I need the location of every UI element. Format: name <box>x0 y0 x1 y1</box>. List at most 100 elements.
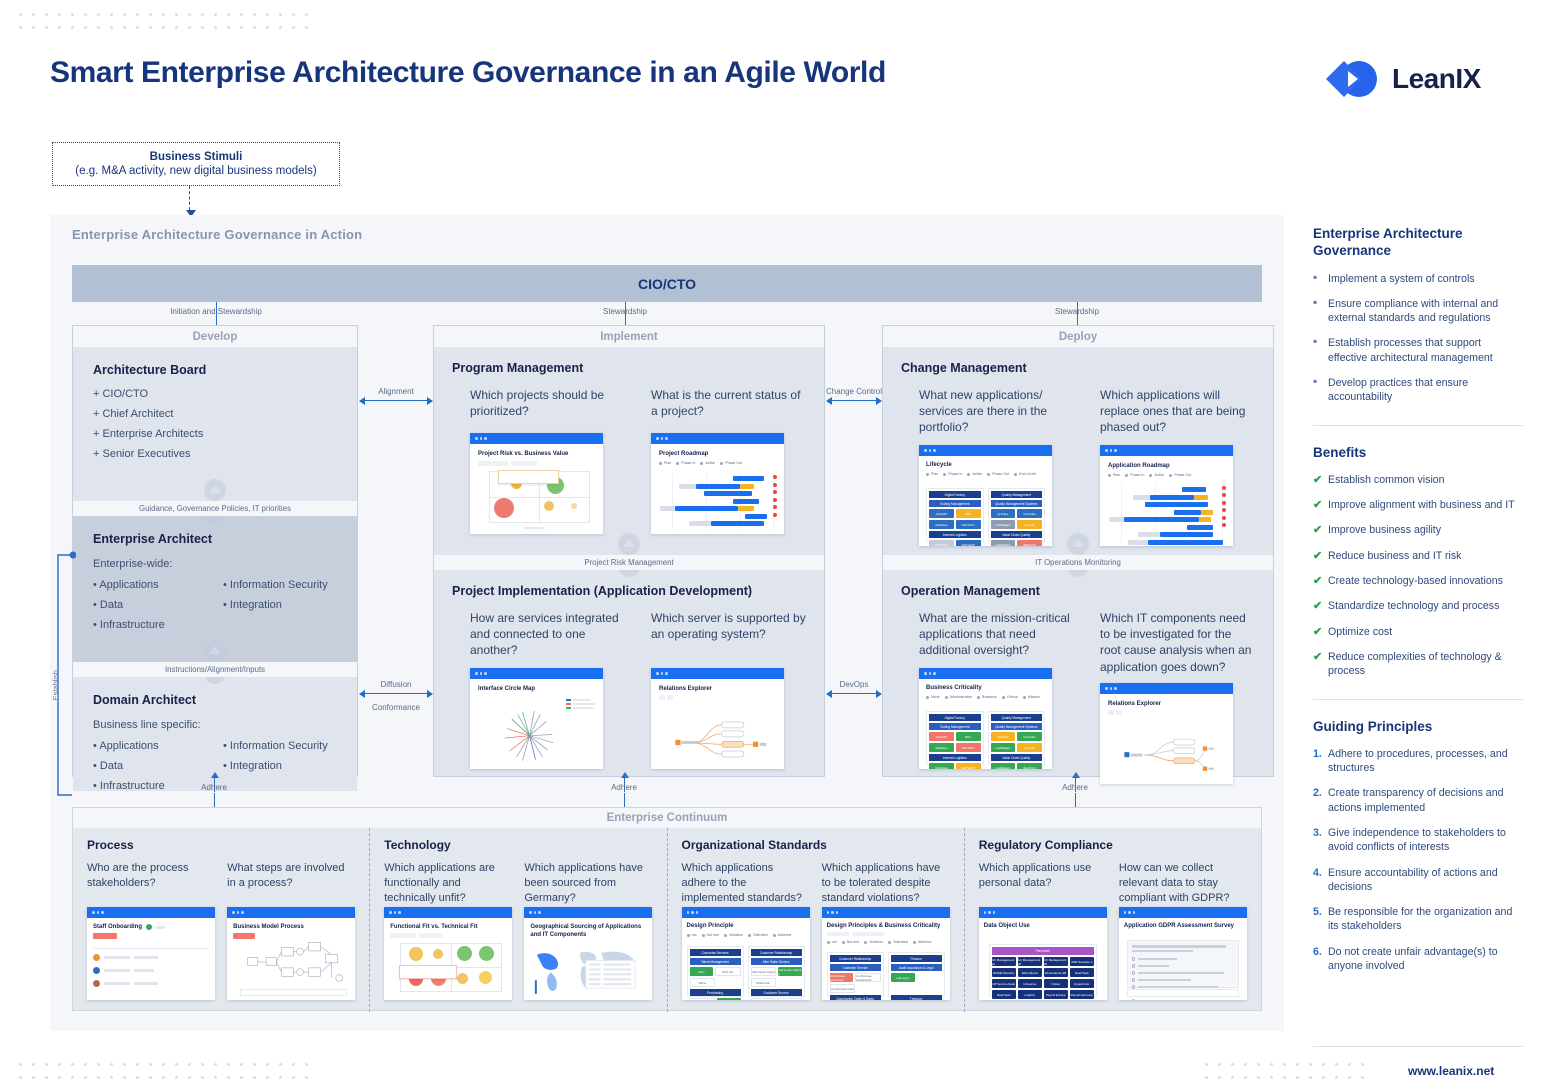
matrix-chart <box>400 943 502 992</box>
list-number: 4. <box>1313 866 1322 880</box>
screenshot-content: Geographical Sourcing of Applications an… <box>524 918 652 1000</box>
business-stimuli-subtitle: (e.g. M&A activity, new digital business… <box>75 165 316 177</box>
question-card: How are services integrated and connecte… <box>470 610 625 769</box>
list-item: Enterprise Architects <box>93 428 337 440</box>
question-card: What new applications/ services are ther… <box>919 387 1074 546</box>
criticality-tiles: Customer Relationship Customer Service C… <box>827 952 945 997</box>
check-icon: ✔ <box>1313 599 1322 614</box>
screenshot-content: Application Roadmap PlanPhase InActivePh… <box>1100 456 1233 546</box>
screenshot-project-risk-business-value[interactable]: Project Risk vs. Business Value <box>470 433 603 534</box>
list-item-label: Standardize technology and process <box>1328 600 1499 612</box>
enterprise-continuum-header: Enterprise Continuum <box>73 808 1261 828</box>
list-item: ✔Reduce complexities of technology & pro… <box>1313 650 1523 679</box>
sidebar-governance-list: ▪Implement a system of controls ▪Ensure … <box>1313 272 1523 405</box>
check-icon: ✔ <box>1313 498 1322 513</box>
list-item-label: Optimize cost <box>1328 626 1392 638</box>
leanix-logo-mark-icon <box>1325 58 1381 100</box>
question-card: Which applications adhere to the impleme… <box>682 861 810 1000</box>
screenshot-data-object-use[interactable]: Data Object Use Personnel AC Management … <box>979 907 1107 1000</box>
screenshot-gdpr-assessment-survey[interactable]: Application GDPR Assessment Survey <box>1119 907 1247 1000</box>
bpmn-diagram <box>240 939 350 988</box>
list-item: ▪Implement a system of controls <box>1313 272 1523 286</box>
square-bullet-icon: ▪ <box>1313 336 1317 347</box>
question-card: Which server is supported by an operatin… <box>651 610 806 769</box>
screenshot-lifecycle[interactable]: Lifecycle PlanPhase InActivePhase OutEnd… <box>919 445 1052 546</box>
list-item: ✔ Standardize technology and process <box>1313 599 1523 613</box>
square-bullet-icon: ▪ <box>1313 297 1317 308</box>
operation-management-block: Operation Management What are the missio… <box>883 570 1273 776</box>
column-develop: Develop Architecture Board CIO/CTO Chief… <box>72 325 358 777</box>
question-card: Which applications will replace ones tha… <box>1100 387 1255 546</box>
operation-management-title: Operation Management <box>901 584 1255 598</box>
list-item: Information Security <box>223 740 337 752</box>
question-text: Who are the process stakeholders? <box>87 861 215 907</box>
screenshot-title: Relations Explorer <box>659 686 776 692</box>
screenshot-application-roadmap[interactable]: Application Roadmap PlanPhase InActivePh… <box>1100 445 1233 546</box>
screenshot-business-criticality[interactable]: Business Criticality NoneAdministrativeB… <box>919 668 1052 769</box>
screenshot-titlebar <box>822 907 950 918</box>
list-item: ✔Improve alignment with business and IT <box>1313 498 1523 512</box>
column-deploy: Deploy Change Management What new applic… <box>882 325 1274 777</box>
panel-title: Enterprise Architecture Governance in Ac… <box>72 227 362 242</box>
square-bullet-icon: ▪ <box>1313 272 1317 283</box>
column-implement: Implement Program Management Which proje… <box>433 325 825 777</box>
screenshot-titlebar <box>919 445 1052 456</box>
continuum-title: Regulatory Compliance <box>979 838 1247 852</box>
connector-change-control-arrow-icon <box>832 400 876 401</box>
screenshot-relations-explorer-ops[interactable]: Relations Explorer <box>1100 683 1233 784</box>
screenshot-staff-onboarding[interactable]: Staff Onboarding <box>87 907 215 1000</box>
dot-pattern-bottom-right-icon <box>1200 1058 1370 1084</box>
list-item-label: Establish processes that support effecti… <box>1328 337 1493 363</box>
square-bullet-icon: ▪ <box>1313 376 1317 387</box>
screenshot-design-principles-business-criticality[interactable]: Design Principles & Business Criticality… <box>822 907 950 1000</box>
screenshot-design-principle[interactable]: Design Principle n/aNot metViolationTole… <box>682 907 810 1000</box>
label-stewardship-deploy: Stewardship <box>1027 307 1127 316</box>
footer-divider <box>1313 1046 1523 1047</box>
business-stimuli-title: Business Stimuli <box>150 151 243 163</box>
program-management-block: Program Management Which projects should… <box>434 347 824 555</box>
question-card: Which applications have been sourced fro… <box>524 861 652 1000</box>
question-text: Which applications will replace ones tha… <box>1100 387 1255 437</box>
screenshot-titlebar <box>1119 907 1247 918</box>
screenshot-content: Functional Fit vs. Technical Fit <box>384 918 512 1000</box>
divider-it-operations-monitoring: IT Operations Monitoring <box>883 555 1273 570</box>
screenshot-functional-technical-fit[interactable]: Functional Fit vs. Technical Fit <box>384 907 512 1000</box>
question-text: What steps are involved in a process? <box>227 861 355 907</box>
label-stewardship-implement: Stewardship <box>575 307 675 316</box>
screenshot-content: Business Model Process <box>227 918 355 1000</box>
question-card: Which applications use personal data? Da… <box>979 861 1107 1000</box>
world-map-chart <box>529 946 647 997</box>
screenshot-content: Staff Onboarding <box>87 918 215 1000</box>
screenshot-content: Lifecycle PlanPhase InActivePhase OutEnd… <box>919 456 1052 546</box>
screenshot-content: Data Object Use Personnel AC Management … <box>979 918 1107 1000</box>
list-item-label: Create transparency of decisions and act… <box>1328 787 1504 813</box>
list-item: Infrastructure <box>93 619 207 631</box>
question-text: Which applications have to be tolerated … <box>822 861 950 907</box>
arrow-adhere-deploy-down-icon <box>1075 793 1076 807</box>
screenshot-legend: PlanPhase InActivePhase Out <box>659 461 776 465</box>
list-item: ✔Create technology-based innovations <box>1313 574 1523 588</box>
screenshot-geographical-sourcing[interactable]: Geographical Sourcing of Applications an… <box>524 907 652 1000</box>
list-item-label: Ensure accountability of actions and dec… <box>1328 867 1498 893</box>
list-item: ✔Reduce business and IT risk <box>1313 549 1523 563</box>
screenshot-interface-circle-map[interactable]: Interface Circle Map <box>470 668 603 769</box>
sidebar-principles-list: 1.Adhere to procedures, processes, and s… <box>1313 747 1523 974</box>
question-card: What steps are involved in a process? Bu… <box>227 861 355 1000</box>
lifecycle-tiles: Digital Factory Tooling Management Jira/… <box>926 488 1045 542</box>
list-item: CIO/CTO <box>93 388 337 400</box>
list-item-label: Give independence to stakeholders to avo… <box>1328 827 1506 853</box>
question-card: Which projects should be prioritized? Pr… <box>470 387 625 534</box>
screenshot-business-model-process[interactable]: Business Model Process <box>227 907 355 1000</box>
screenshot-titlebar <box>1100 445 1233 456</box>
screenshot-title: Application Roadmap <box>1108 463 1225 469</box>
screenshot-titlebar <box>87 907 215 918</box>
screenshot-title: Staff Onboarding <box>93 924 142 930</box>
screenshot-project-roadmap[interactable]: Project Roadmap PlanPhase InActivePhase … <box>651 433 784 534</box>
label-adhere-implement: Adhere <box>584 783 664 792</box>
screenshot-legend: NoneAdministrativeBusinessCriticalMissio… <box>926 695 1045 699</box>
footer-url: www.leanix.net <box>1408 1064 1494 1078</box>
list-number: 6. <box>1313 945 1322 959</box>
screenshot-relations-explorer[interactable]: Relations Explorer <box>651 668 784 769</box>
screenshot-content: Application GDPR Assessment Survey <box>1119 918 1247 1000</box>
sidebar-divider <box>1313 425 1523 426</box>
